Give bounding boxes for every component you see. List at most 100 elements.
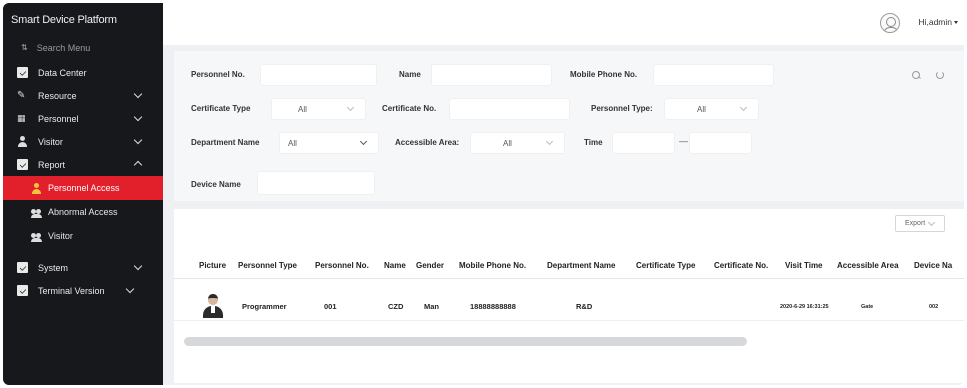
chevron-down-icon bbox=[133, 135, 143, 145]
user-avatar-icon[interactable] bbox=[880, 13, 900, 33]
wrench-icon: ✎ bbox=[17, 90, 26, 101]
person-icon bbox=[31, 182, 42, 194]
report-icon bbox=[17, 159, 28, 170]
group-icon bbox=[31, 207, 42, 218]
column-header: Device Na bbox=[914, 261, 953, 270]
sidebar-item-label: Resource bbox=[38, 90, 77, 101]
sidebar-item-report[interactable]: Report bbox=[3, 153, 163, 176]
column-header: Picture bbox=[199, 261, 227, 270]
accessible-area-value: All bbox=[503, 139, 512, 148]
chevron-up-icon bbox=[133, 160, 143, 170]
time-label: Time bbox=[584, 138, 603, 147]
column-header: Certificate No. bbox=[714, 261, 769, 270]
accessible-area-select[interactable]: All bbox=[470, 132, 565, 154]
table-row[interactable]: Programmer 001 CZD Man 18888888888 R&D 2… bbox=[174, 291, 964, 321]
time-separator: — bbox=[679, 136, 688, 146]
id-card-icon: ▦ bbox=[17, 113, 26, 123]
horizontal-scrollbar[interactable] bbox=[184, 337, 747, 346]
chevron-down-icon bbox=[739, 103, 748, 112]
time-end-input[interactable] bbox=[689, 132, 752, 154]
top-bar: Hi,admin bbox=[163, 3, 964, 45]
certificate-type-value: All bbox=[298, 105, 307, 114]
search-icon[interactable] bbox=[912, 71, 921, 80]
sidebar: Smart Device Platform ⇅ Search Menu Data… bbox=[3, 3, 163, 385]
cell-department: R&D bbox=[576, 302, 593, 311]
user-menu[interactable]: Hi,admin bbox=[918, 17, 958, 27]
sidebar-item-terminal-version[interactable]: Terminal Version bbox=[3, 279, 163, 302]
sidebar-subitem-personnel-access[interactable]: Personnel Access bbox=[3, 176, 163, 200]
sidebar-item-label: Visitor bbox=[38, 136, 63, 147]
mobile-label: Mobile Phone No. bbox=[570, 70, 638, 79]
group-icon bbox=[31, 231, 42, 242]
sidebar-item-resource[interactable]: ✎ Resource bbox=[3, 84, 163, 107]
chevron-down-icon bbox=[133, 112, 143, 122]
results-panel: Export Picture Personnel Type Personnel … bbox=[174, 209, 964, 383]
chevron-down-icon bbox=[125, 284, 135, 294]
app-title: Smart Device Platform bbox=[11, 14, 117, 26]
sidebar-item-system[interactable]: System bbox=[3, 256, 163, 279]
cell-name: CZD bbox=[388, 302, 404, 311]
column-header: Personnel Type bbox=[238, 261, 297, 270]
certificate-no-label: Certificate No. bbox=[382, 104, 437, 113]
device-name-input[interactable] bbox=[257, 171, 375, 195]
certificate-type-select[interactable]: All bbox=[271, 98, 366, 120]
app-frame: Smart Device Platform ⇅ Search Menu Data… bbox=[3, 3, 964, 385]
sidebar-subitem-label: Personnel Access bbox=[48, 183, 120, 193]
terminal-icon bbox=[17, 285, 28, 296]
chevron-down-icon bbox=[133, 89, 143, 99]
column-header: Accessible Area bbox=[837, 261, 899, 270]
sidebar-item-label: System bbox=[38, 262, 69, 273]
personnel-no-input[interactable] bbox=[260, 64, 377, 86]
name-label: Name bbox=[399, 70, 421, 79]
certificate-type-label: Certificate Type bbox=[191, 104, 251, 113]
department-value: All bbox=[288, 139, 297, 148]
export-button[interactable]: Export bbox=[895, 215, 945, 232]
sidebar-subitem-abnormal-access[interactable]: Abnormal Access bbox=[3, 200, 163, 224]
column-header: Visit Time bbox=[785, 261, 823, 270]
time-start-input[interactable] bbox=[612, 132, 675, 154]
department-label: Department Name bbox=[191, 138, 260, 147]
sidebar-item-label: Data Center bbox=[38, 67, 87, 78]
accessible-area-label: Accessible Area: bbox=[395, 138, 460, 147]
filter-panel: Personnel No. Name Mobile Phone No. Cert… bbox=[174, 51, 964, 201]
column-header: Mobile Phone No. bbox=[459, 261, 527, 270]
table-header: Picture Personnel Type Personnel No. Nam… bbox=[174, 251, 964, 279]
cell-accessible-area: Gate bbox=[861, 304, 874, 310]
column-header: Department Name bbox=[547, 261, 616, 270]
sidebar-subitem-label: Abnormal Access bbox=[48, 207, 118, 217]
sidebar-subitem-label: Visitor bbox=[48, 231, 73, 241]
department-select[interactable]: All bbox=[279, 132, 379, 154]
search-menu-label: Search Menu bbox=[36, 43, 91, 53]
cell-mobile: 18888888888 bbox=[470, 302, 516, 311]
sidebar-nav: Data Center ✎ Resource ▦ Personnel Visit… bbox=[3, 61, 163, 302]
chevron-down-icon bbox=[359, 137, 368, 146]
personnel-type-select[interactable]: All bbox=[664, 98, 759, 120]
chevron-down-icon bbox=[545, 137, 554, 146]
column-header: Personnel No. bbox=[315, 261, 369, 270]
sidebar-subitem-visitor[interactable]: Visitor bbox=[3, 224, 163, 248]
chevron-down-icon bbox=[133, 261, 143, 271]
cell-gender: Man bbox=[424, 302, 439, 311]
sidebar-item-label: Personnel bbox=[38, 113, 79, 124]
cell-personnel-no: 001 bbox=[324, 302, 337, 311]
mobile-input[interactable] bbox=[653, 64, 774, 86]
monitor-icon bbox=[17, 67, 28, 78]
column-header: Name bbox=[384, 261, 406, 270]
sidebar-item-data-center[interactable]: Data Center bbox=[3, 61, 163, 84]
personnel-type-label: Personnel Type: bbox=[591, 104, 653, 113]
sidebar-item-label: Terminal Version bbox=[38, 285, 105, 296]
column-header: Gender bbox=[416, 261, 445, 270]
chevron-down-icon bbox=[346, 103, 355, 112]
device-name-label: Device Name bbox=[191, 180, 241, 189]
name-input[interactable] bbox=[431, 64, 552, 86]
person-icon bbox=[17, 136, 28, 147]
sidebar-item-visitor[interactable]: Visitor bbox=[3, 130, 163, 153]
sidebar-item-label: Report bbox=[38, 159, 66, 170]
personnel-no-label: Personnel No. bbox=[191, 70, 245, 79]
certificate-no-input[interactable] bbox=[449, 98, 570, 120]
cell-visit-time: 2020-6-29 16:31:25 bbox=[780, 304, 829, 310]
refresh-icon[interactable] bbox=[936, 71, 945, 80]
column-header: Certificate Type bbox=[636, 261, 696, 270]
sidebar-item-personnel[interactable]: ▦ Personnel bbox=[3, 107, 163, 130]
search-menu[interactable]: ⇅ Search Menu bbox=[3, 37, 163, 59]
